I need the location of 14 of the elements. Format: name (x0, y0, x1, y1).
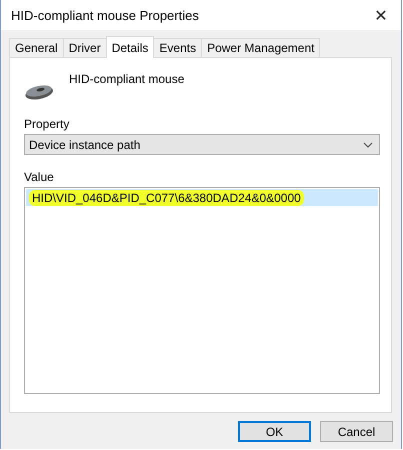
value-list[interactable]: HID\VID_046D&PID_C077\6&380DAD24&0&0000 (24, 187, 380, 394)
tab[interactable]: General (9, 38, 64, 57)
close-button[interactable]: ✕ (361, 0, 401, 30)
property-dropdown[interactable]: Device instance path (24, 134, 380, 155)
dialog-button[interactable]: OK (238, 421, 311, 442)
tab[interactable]: Details (106, 36, 154, 58)
value-label: Value (24, 169, 55, 186)
dialog-button[interactable]: Cancel (320, 421, 393, 442)
tab[interactable]: Power Management (201, 38, 320, 57)
window-title: HID-compliant mouse Properties (11, 8, 199, 22)
list-row[interactable]: HID\VID_046D&PID_C077\6&380DAD24&0&0000 (26, 189, 378, 206)
device-name: HID-compliant mouse (69, 72, 184, 86)
property-label: Property (24, 116, 70, 133)
chevron-icon (363, 142, 373, 148)
